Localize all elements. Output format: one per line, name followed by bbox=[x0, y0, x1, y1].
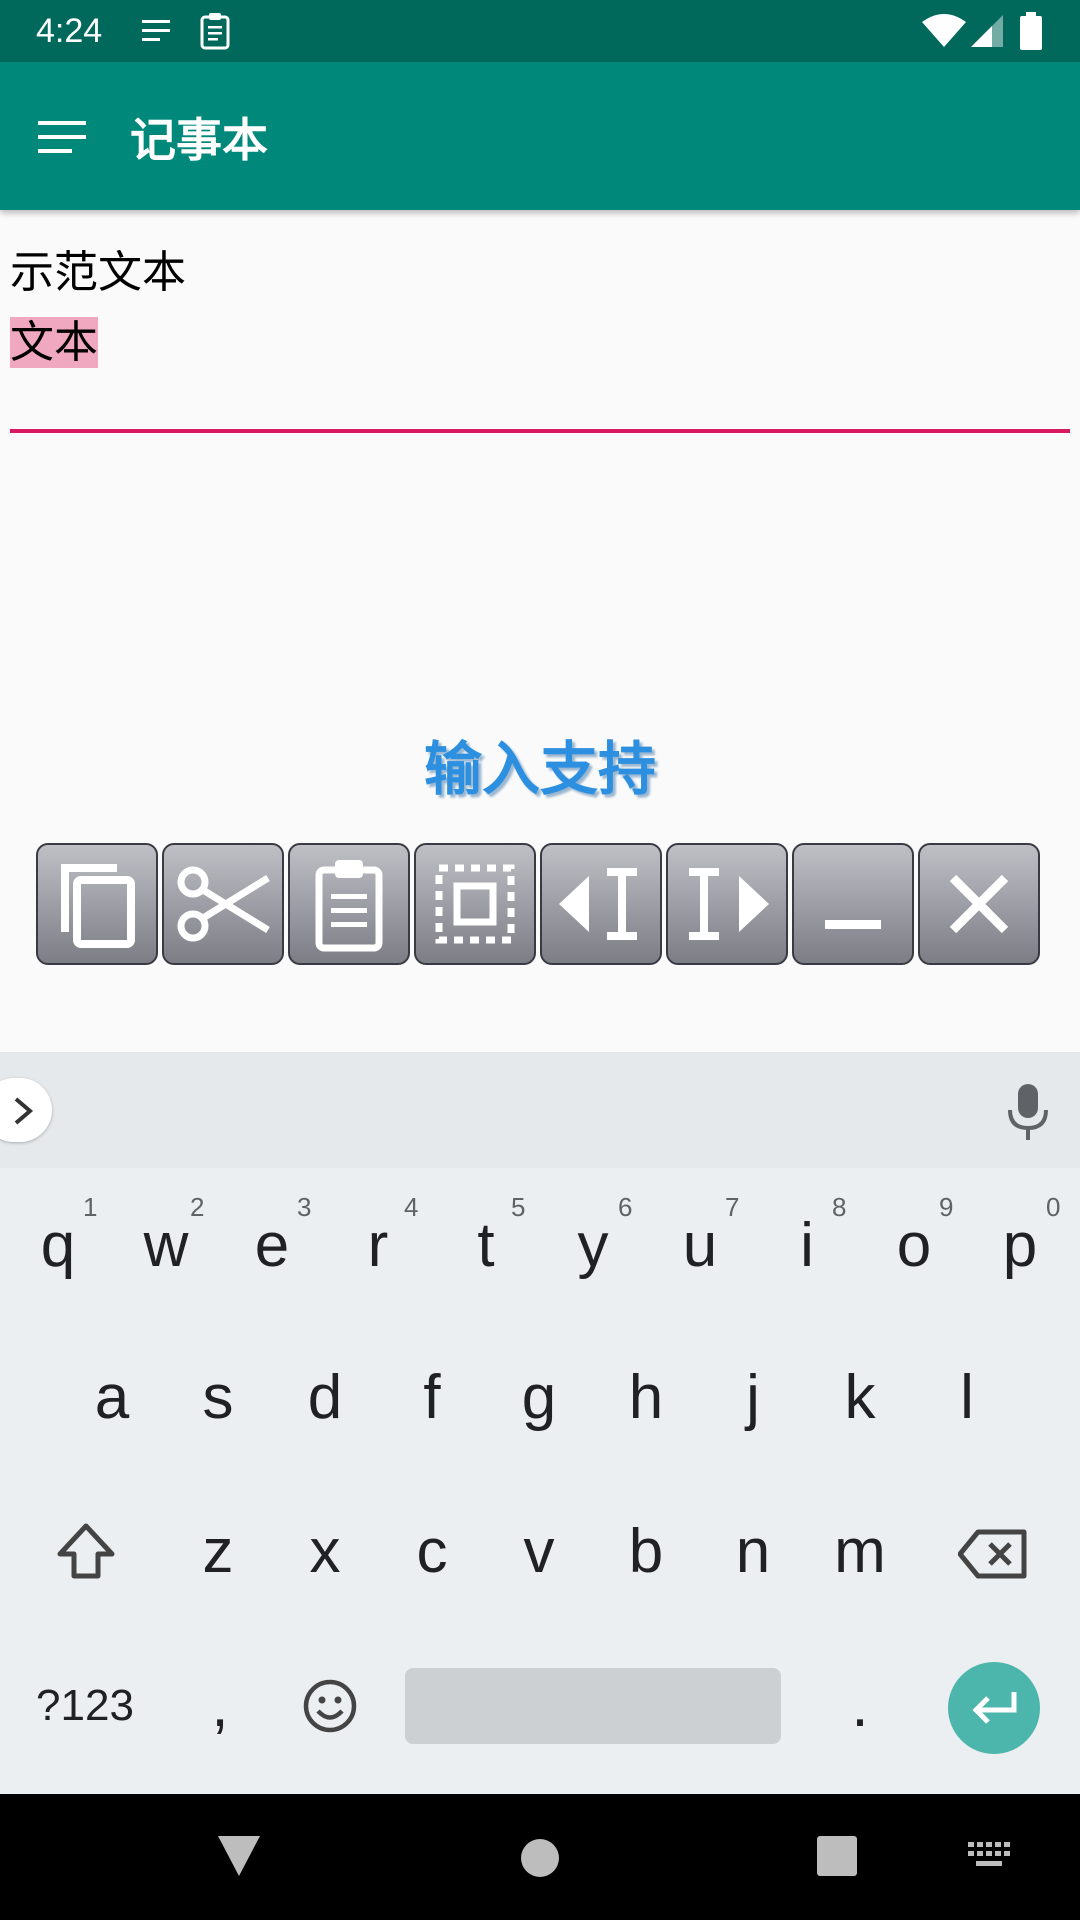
home-icon[interactable] bbox=[520, 1838, 560, 1878]
key-hint: 9 bbox=[939, 1192, 954, 1222]
keyboard-suggestion-strip bbox=[0, 1052, 1080, 1168]
emoji-key[interactable] bbox=[280, 1646, 380, 1766]
shift-icon bbox=[57, 1523, 115, 1579]
back-icon[interactable] bbox=[216, 1834, 262, 1878]
backspace-key[interactable] bbox=[940, 1492, 1050, 1612]
key-j[interactable]: j bbox=[695, 1338, 811, 1458]
key-x[interactable]: x bbox=[267, 1492, 383, 1612]
key-e[interactable]: e bbox=[214, 1186, 330, 1306]
period-key[interactable]: . bbox=[810, 1646, 910, 1766]
select-all-button[interactable] bbox=[414, 843, 536, 965]
key-l[interactable]: l bbox=[909, 1338, 1025, 1458]
key-hint: 3 bbox=[297, 1192, 312, 1222]
minimize-button[interactable] bbox=[792, 843, 914, 965]
emoji-icon bbox=[303, 1679, 357, 1733]
key-c[interactable]: c bbox=[374, 1492, 490, 1612]
key-v[interactable]: v bbox=[481, 1492, 597, 1612]
key-o[interactable]: o bbox=[856, 1186, 972, 1306]
close-icon bbox=[949, 874, 1009, 934]
key-y[interactable]: y bbox=[535, 1186, 651, 1306]
microphone-icon[interactable] bbox=[1006, 1084, 1050, 1140]
key-n[interactable]: n bbox=[695, 1492, 811, 1612]
key-q[interactable]: q bbox=[0, 1186, 116, 1306]
editor-line-1: 示范文本 bbox=[10, 247, 186, 298]
key-s[interactable]: s bbox=[160, 1338, 276, 1458]
cut-button[interactable] bbox=[162, 843, 284, 965]
editor-underline bbox=[10, 429, 1070, 433]
key-u[interactable]: u bbox=[642, 1186, 758, 1306]
spacebar[interactable] bbox=[405, 1668, 781, 1744]
note-text-editor[interactable]: 示范文本 文本 bbox=[10, 238, 1070, 434]
menu-icon[interactable] bbox=[38, 119, 88, 155]
signal-icon bbox=[971, 15, 1003, 47]
key-f[interactable]: f bbox=[374, 1338, 490, 1458]
key-hint: 2 bbox=[190, 1192, 205, 1222]
key-h[interactable]: h bbox=[588, 1338, 704, 1458]
comma-key[interactable]: , bbox=[170, 1646, 270, 1766]
app-title: 记事本 bbox=[130, 113, 268, 167]
key-g[interactable]: g bbox=[481, 1338, 597, 1458]
chevron-right-icon bbox=[14, 1097, 34, 1125]
key-d[interactable]: d bbox=[267, 1338, 383, 1458]
input-support-label: 输入支持 bbox=[423, 735, 656, 803]
selected-text[interactable]: 文本 bbox=[10, 317, 98, 368]
paste-icon bbox=[315, 860, 383, 952]
cursor-right-button[interactable] bbox=[666, 843, 788, 965]
cursor-left-button[interactable] bbox=[540, 843, 662, 965]
battery-icon bbox=[1020, 12, 1042, 50]
key-w[interactable]: w bbox=[108, 1186, 224, 1306]
copy-button[interactable] bbox=[36, 843, 158, 965]
navigation-bar bbox=[0, 1794, 1080, 1920]
key-r[interactable]: r bbox=[320, 1186, 436, 1306]
key-hint: 8 bbox=[832, 1192, 847, 1222]
notification-lines-icon bbox=[142, 20, 170, 41]
app-bar: 记事本 bbox=[0, 62, 1080, 210]
status-time: 4:24 bbox=[36, 12, 103, 50]
key-m[interactable]: m bbox=[802, 1492, 918, 1612]
cursor-right-icon bbox=[689, 868, 769, 940]
shift-key[interactable] bbox=[30, 1492, 140, 1612]
key-z[interactable]: z bbox=[160, 1492, 276, 1612]
keyboard-switch-icon[interactable] bbox=[968, 1842, 1010, 1870]
key-b[interactable]: b bbox=[588, 1492, 704, 1612]
key-hint: 0 bbox=[1046, 1192, 1061, 1222]
cursor-left-icon bbox=[559, 868, 637, 940]
close-button[interactable] bbox=[918, 843, 1040, 965]
key-i[interactable]: i bbox=[749, 1186, 865, 1306]
select-all-icon bbox=[435, 864, 515, 944]
key-hint: 1 bbox=[83, 1192, 98, 1222]
key-p[interactable]: p bbox=[962, 1186, 1078, 1306]
backspace-icon bbox=[958, 1529, 1027, 1579]
key-t[interactable]: t bbox=[428, 1186, 544, 1306]
cut-icon bbox=[177, 866, 270, 942]
wifi-icon bbox=[922, 14, 966, 47]
enter-key[interactable] bbox=[948, 1662, 1040, 1754]
key-hint: 7 bbox=[725, 1192, 740, 1222]
symbols-key[interactable]: ?123 bbox=[20, 1646, 150, 1766]
key-hint: 4 bbox=[404, 1192, 419, 1222]
copy-icon bbox=[61, 864, 135, 948]
key-k[interactable]: k bbox=[802, 1338, 918, 1458]
minimize-icon bbox=[825, 920, 881, 929]
paste-button[interactable] bbox=[288, 843, 410, 965]
key-a[interactable]: a bbox=[54, 1338, 170, 1458]
soft-keyboard: q 1 w 2 e 3 r 4 t 5 y 6 u 7 i 8 o 9 p 0 … bbox=[0, 1052, 1080, 1794]
clipboard-notification-icon bbox=[200, 13, 230, 50]
key-hint: 6 bbox=[618, 1192, 633, 1222]
expand-toolbar-button[interactable] bbox=[0, 1078, 52, 1142]
status-bar: 4:24 bbox=[0, 0, 1080, 62]
enter-icon bbox=[972, 1692, 1017, 1724]
key-hint: 5 bbox=[511, 1192, 526, 1222]
recents-icon[interactable] bbox=[817, 1836, 857, 1876]
